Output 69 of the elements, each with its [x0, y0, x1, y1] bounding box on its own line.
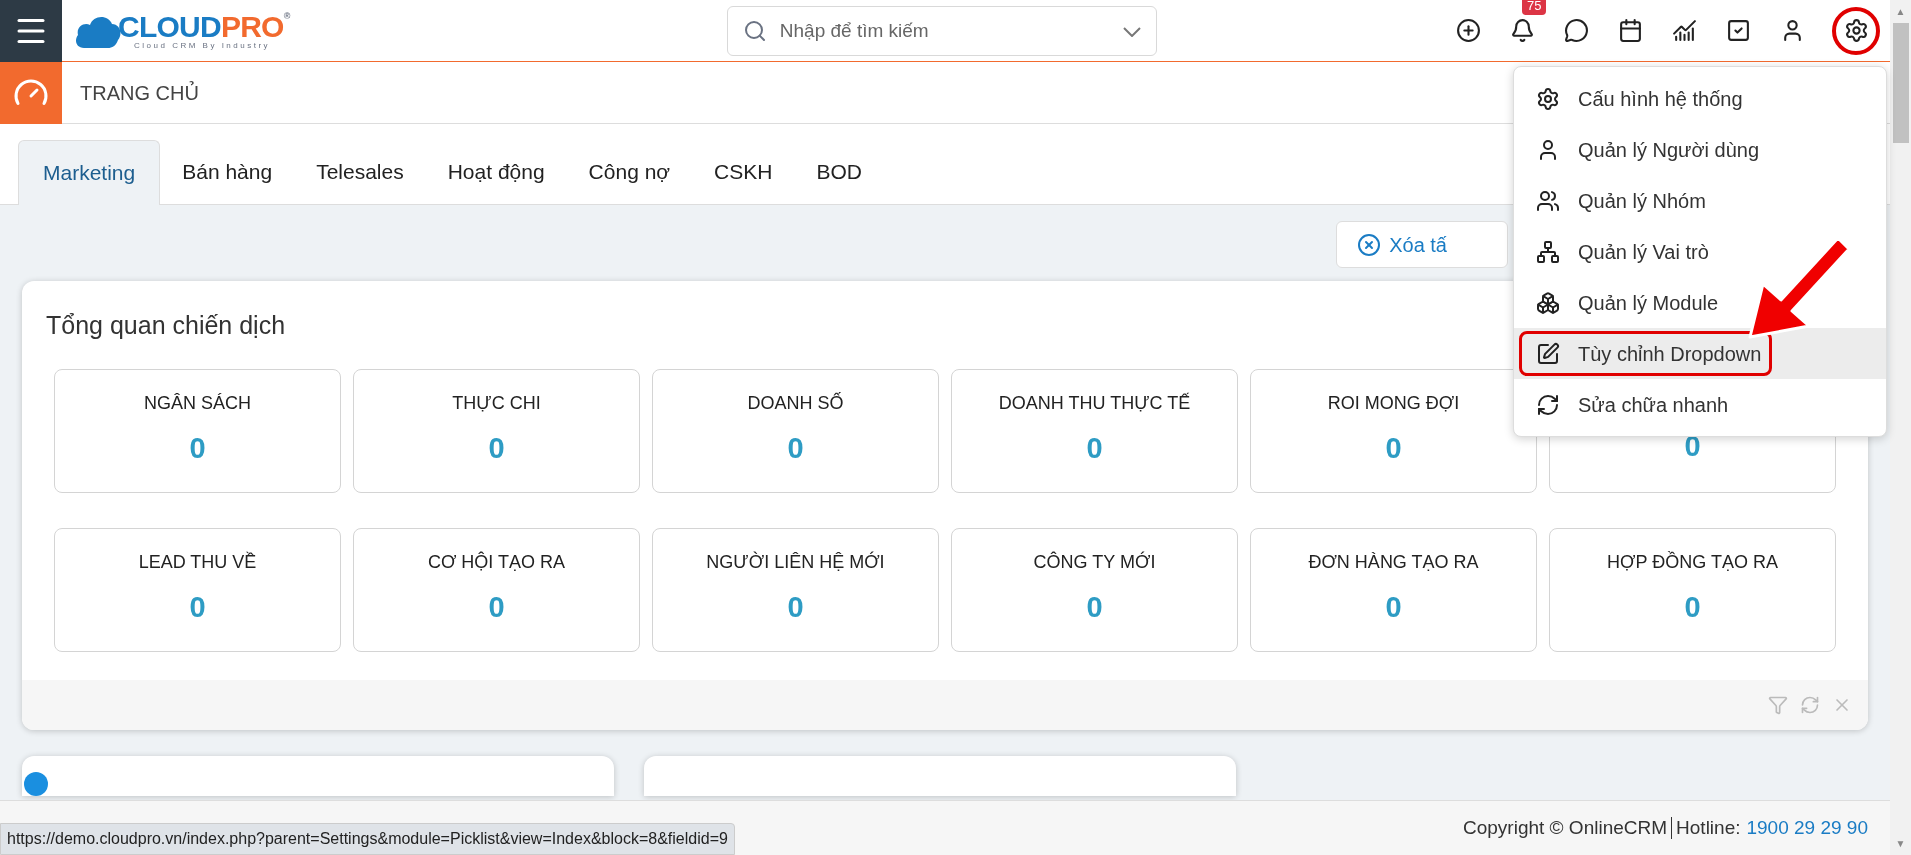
metric-label: THỰC CHI — [452, 392, 541, 416]
widget-icon — [24, 771, 48, 796]
settings-icon — [1843, 18, 1869, 43]
tab[interactable]: Hoạt động — [425, 139, 567, 204]
metric-value: 0 — [787, 431, 804, 467]
copyright-text: Copyright © OnlineCRM — [1463, 815, 1668, 840]
refresh-icon — [1536, 392, 1560, 417]
metric-label: NGƯỜI LIÊN HỆ MỚI — [706, 550, 885, 575]
hotline-link[interactable]: 1900 29 29 90 — [1746, 813, 1868, 843]
menu-item[interactable]: Quản lý Vai trò — [1519, 229, 1717, 274]
tab[interactable]: BOD — [794, 139, 884, 204]
search-icon — [742, 18, 767, 43]
edit-icon — [1536, 341, 1560, 366]
card-title: Tổng quan chiến dịch — [46, 310, 287, 341]
tab[interactable]: Marketing — [18, 140, 161, 205]
menu-item[interactable]: Quản lý Nhóm — [1519, 178, 1714, 223]
clear-button[interactable]: Xóa tấ — [1336, 221, 1508, 268]
page-title: TRANG CHỦ — [80, 80, 199, 106]
metric-label: NGÂN SÁCH — [144, 392, 251, 416]
metric-label: HỢP ĐỒNG TẠO RA — [1607, 550, 1778, 575]
metric-value: 0 — [1684, 590, 1701, 626]
add-icon — [1455, 18, 1481, 43]
metric-value: 0 — [1086, 431, 1103, 467]
task-icon — [1725, 18, 1751, 43]
tab[interactable]: Bán hàng — [160, 139, 295, 204]
calendar-icon — [1617, 18, 1643, 43]
metric-value: 0 — [189, 431, 206, 467]
chart-icon — [1671, 18, 1697, 43]
logo: CLOUDPRO® Cloud CRM By Industry — [74, 11, 290, 50]
tab[interactable]: Telesales — [294, 139, 426, 204]
status-url: https://demo.cloudpro.vn/index.php?parent=Settings&module=Picklist&view=Index&block=8&fieldid=9 — [0, 823, 735, 855]
hierarchy-icon — [1536, 239, 1560, 264]
metric-value: 0 — [1385, 431, 1402, 467]
group-icon — [1536, 188, 1560, 213]
search-field[interactable]: Nhập để tìm kiếm — [726, 5, 1157, 56]
tab[interactable]: CSKH — [692, 139, 795, 204]
metric-label: DOANH SỐ — [747, 391, 844, 416]
metric-label: ROI MONG ĐỢI — [1327, 392, 1460, 416]
metric-label: CÔNG TY MỚI — [1033, 550, 1156, 575]
bell-icon — [1509, 18, 1535, 43]
metric-label: ĐƠN HÀNG TẠO RA — [1308, 551, 1479, 575]
clear-icon — [1357, 232, 1382, 257]
menu-item[interactable]: Tùy chỉnh Dropdown — [1519, 331, 1773, 376]
boxes-icon — [1536, 290, 1560, 315]
chat-button[interactable] — [1562, 16, 1590, 45]
menu-button[interactable] — [0, 0, 62, 62]
metric-value: 0 — [1385, 590, 1402, 626]
tab[interactable]: Công nợ — [566, 139, 693, 204]
chevron-down-icon — [1122, 26, 1141, 37]
hotline-label: Hotline: — [1676, 815, 1741, 840]
notification-count: 75 — [1522, 0, 1547, 15]
metric-label: DOANH THU THỰC TẾ — [998, 391, 1191, 416]
metric-value: 0 — [488, 590, 505, 626]
add-button[interactable] — [1454, 16, 1482, 45]
metric-value: 0 — [1684, 428, 1701, 464]
gear-icon — [1536, 86, 1560, 111]
menu-item[interactable]: Sửa chữa nhanh — [1519, 382, 1737, 427]
metric-value: 0 — [189, 590, 206, 626]
menu-item[interactable]: Quản lý Module — [1519, 280, 1727, 325]
metric-value: 0 — [488, 431, 505, 467]
menu-item[interactable]: Quản lý Người dùng — [1519, 127, 1768, 172]
settings-button[interactable] — [1832, 6, 1880, 55]
chat-icon — [1563, 18, 1589, 43]
metric-value: 0 — [787, 590, 804, 626]
menu-item[interactable]: Cấu hình hệ thống — [1519, 76, 1751, 121]
metric-value: 0 — [1086, 590, 1103, 626]
metric-label: CƠ HỘI TẠO RA — [427, 550, 566, 575]
metric-label: LEAD THU VỀ — [138, 550, 257, 575]
scrollbar-thumb[interactable] — [1892, 23, 1909, 143]
